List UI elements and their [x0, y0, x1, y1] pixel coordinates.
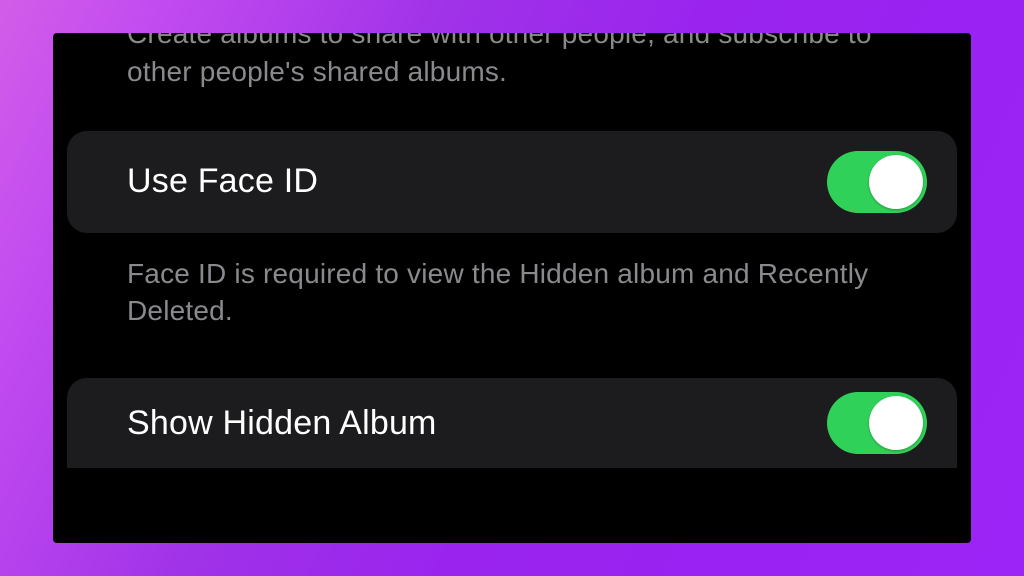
toggle-knob-icon [869, 396, 923, 450]
face-id-footer: Face ID is required to view the Hidden a… [53, 255, 971, 331]
toggle-knob-icon [869, 155, 923, 209]
shared-albums-footer: Create albums to share with other people… [53, 33, 971, 91]
use-face-id-label: Use Face ID [127, 162, 318, 201]
show-hidden-album-label: Show Hidden Album [127, 404, 437, 443]
settings-panel: Create albums to share with other people… [53, 33, 971, 543]
show-hidden-album-toggle[interactable] [827, 392, 927, 454]
use-face-id-toggle[interactable] [827, 151, 927, 213]
use-face-id-cell[interactable]: Use Face ID [67, 131, 957, 233]
show-hidden-album-cell[interactable]: Show Hidden Album [67, 378, 957, 468]
